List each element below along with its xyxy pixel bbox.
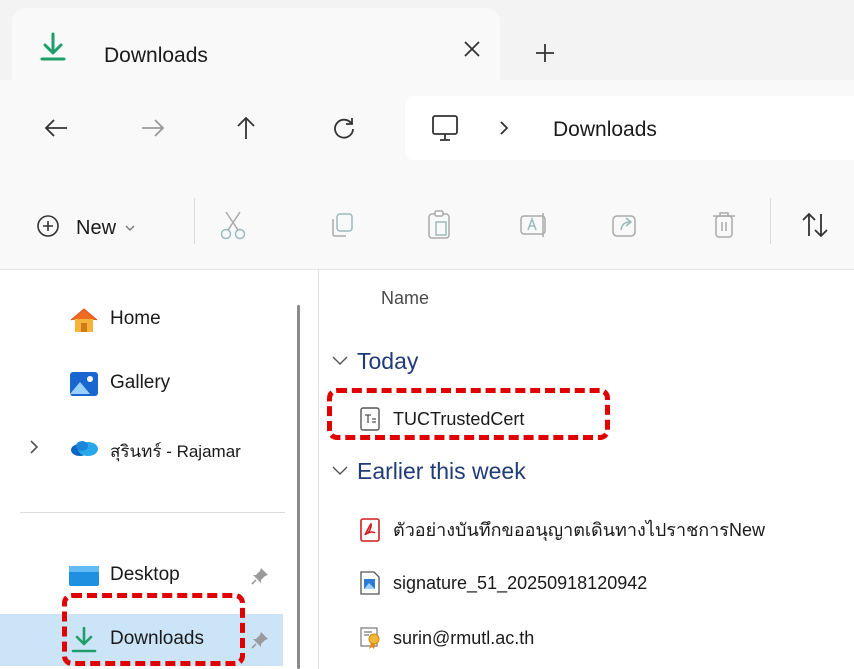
- rename-icon[interactable]: [518, 208, 552, 242]
- sidebar-item-label: Gallery: [110, 372, 171, 393]
- file-list: Name Today TUCTrustedCert Earlier this w…: [319, 270, 854, 669]
- sidebar-item-home[interactable]: Home: [0, 296, 285, 344]
- tab-downloads[interactable]: Downloads: [12, 8, 500, 80]
- file-name: signature_51_20250918120942: [393, 572, 648, 593]
- share-icon[interactable]: [608, 208, 642, 242]
- sidebar-item-onedrive[interactable]: สุรินทร์ - Rajamar: [0, 424, 285, 472]
- sort-icon[interactable]: [798, 208, 832, 242]
- file-row[interactable]: ตัวอย่างบันทึกขออนุญาตเดินทางไปราชการNew: [359, 515, 765, 544]
- cut-icon[interactable]: [216, 208, 250, 242]
- file-name: ตัวอย่างบันทึกขออนุญาตเดินทางไปราชการNew: [393, 520, 765, 540]
- chevron-down-icon: [331, 463, 349, 481]
- navigation-bar: Downloads: [0, 80, 854, 180]
- pin-icon[interactable]: [250, 566, 270, 591]
- home-icon: [68, 306, 100, 334]
- command-bar: New: [0, 180, 854, 270]
- sidebar-item-label: Downloads: [110, 628, 204, 649]
- group-label: Earlier this week: [357, 458, 526, 484]
- pdf-file-icon: [359, 517, 381, 542]
- sidebar-item-gallery[interactable]: Gallery: [0, 360, 285, 408]
- sidebar-item-downloads[interactable]: Downloads: [0, 614, 283, 666]
- chevron-down-icon: [124, 220, 136, 238]
- file-row[interactable]: TUCTrustedCert: [359, 407, 524, 431]
- text-file-icon: [359, 407, 381, 431]
- breadcrumb-downloads[interactable]: Downloads: [553, 118, 657, 142]
- up-button[interactable]: [228, 110, 264, 146]
- download-icon: [68, 626, 100, 654]
- download-icon: [36, 30, 70, 64]
- paste-icon[interactable]: [422, 208, 456, 242]
- this-pc-icon[interactable]: [429, 112, 461, 149]
- close-icon[interactable]: [457, 34, 487, 64]
- chevron-right-icon[interactable]: [497, 118, 511, 143]
- desktop-folder-icon: [68, 562, 100, 590]
- pin-icon[interactable]: [250, 630, 270, 655]
- group-header-today[interactable]: Today: [331, 348, 418, 375]
- back-button[interactable]: [38, 110, 74, 146]
- new-button[interactable]: New: [36, 214, 136, 243]
- file-name: TUCTrustedCert: [393, 408, 525, 429]
- group-header-earlier-this-week[interactable]: Earlier this week: [331, 458, 526, 485]
- chevron-down-icon: [331, 353, 349, 371]
- plus-icon[interactable]: [530, 38, 560, 68]
- refresh-button[interactable]: [326, 110, 362, 146]
- plus-circle-icon: [36, 214, 60, 243]
- copy-icon[interactable]: [325, 208, 359, 242]
- group-label: Today: [357, 348, 419, 374]
- new-button-label: New: [76, 217, 117, 239]
- sidebar-item-label: Home: [110, 308, 161, 329]
- delete-icon[interactable]: [707, 208, 741, 242]
- gallery-icon: [68, 370, 100, 398]
- file-name: surin@rmutl.ac.th: [393, 627, 535, 648]
- navigation-scrollbar[interactable]: [297, 305, 300, 669]
- sidebar-item-label: Desktop: [110, 564, 180, 585]
- file-row[interactable]: signature_51_20250918120942: [359, 571, 647, 595]
- onedrive-cloud-icon: [68, 434, 100, 462]
- sidebar-item-desktop[interactable]: Desktop: [0, 552, 285, 600]
- sidebar-separator: [20, 512, 285, 513]
- sidebar-item-label: สุรินทร์ - Rajamar: [110, 442, 241, 461]
- chevron-right-icon[interactable]: [28, 438, 40, 461]
- forward-button[interactable]: [135, 110, 171, 146]
- certificate-file-icon: [359, 626, 381, 650]
- tab-title: Downloads: [104, 44, 208, 67]
- command-separator: [194, 198, 195, 244]
- tab-strip: Downloads: [0, 0, 854, 80]
- column-header-name[interactable]: Name: [381, 288, 429, 309]
- file-row[interactable]: surin@rmutl.ac.th: [359, 626, 534, 650]
- image-file-icon: [359, 571, 381, 595]
- command-separator: [770, 198, 771, 244]
- address-bar[interactable]: Downloads: [405, 96, 854, 160]
